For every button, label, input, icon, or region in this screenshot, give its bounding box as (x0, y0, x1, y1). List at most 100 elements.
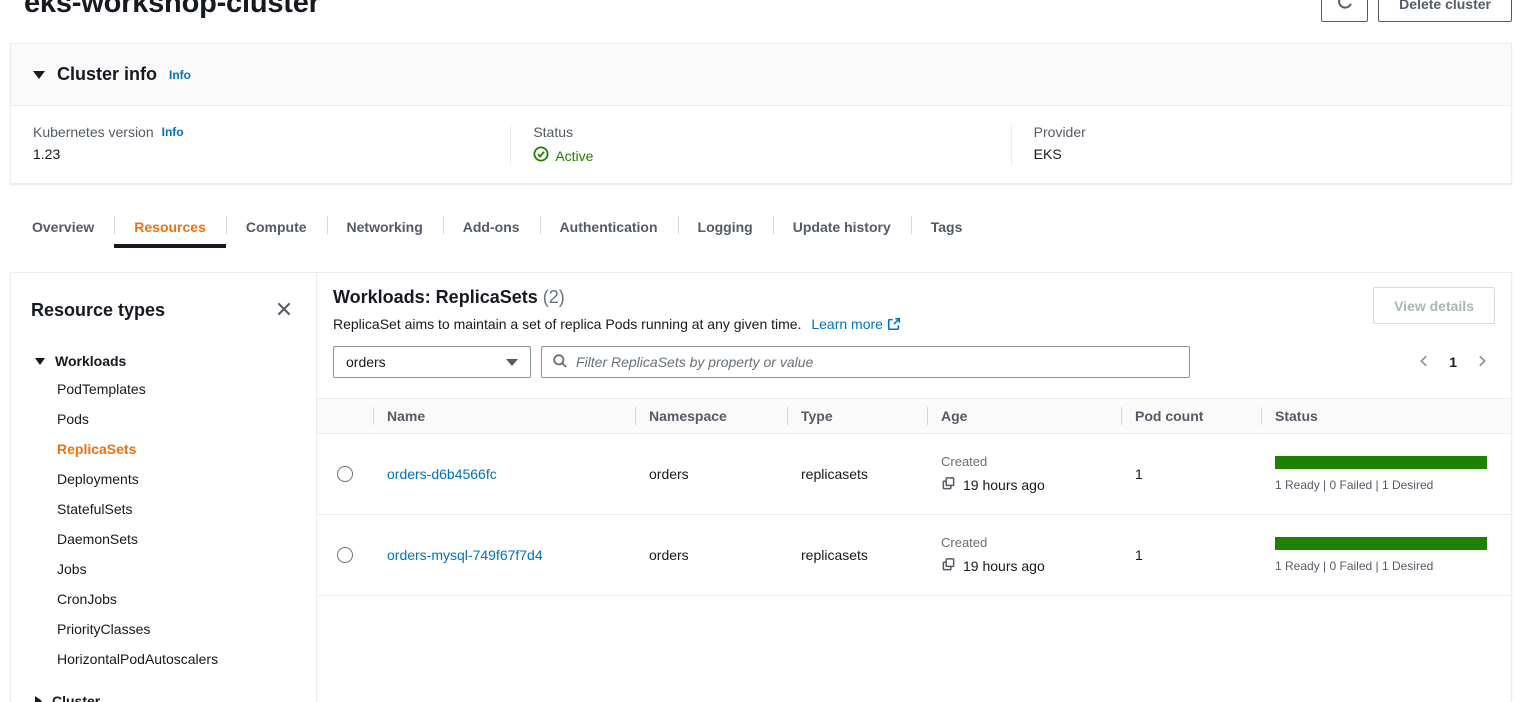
sidebar-item-statefulsets[interactable]: StatefulSets (57, 494, 296, 524)
replicasets-count: (2) (543, 287, 565, 307)
provider-field: Provider EKS (1011, 124, 1511, 165)
tree-group-cluster[interactable]: Cluster (31, 688, 296, 702)
kubernetes-version-label: Kubernetes version Info (33, 124, 488, 140)
chevron-left-icon (1417, 354, 1431, 371)
search-box (541, 346, 1190, 378)
status-text: 1 Ready | 0 Failed | 1 Desired (1275, 559, 1497, 573)
search-icon (552, 353, 568, 372)
tab-networking[interactable]: Networking (327, 206, 443, 248)
replicasets-panel: Workloads: ReplicaSets (2) ReplicaSet ai… (317, 273, 1511, 702)
age-value: 19 hours ago (963, 558, 1045, 574)
sidebar-item-jobs[interactable]: Jobs (57, 554, 296, 584)
cluster-info-header[interactable]: Cluster info Info (11, 44, 1511, 106)
tab-compute[interactable]: Compute (226, 206, 327, 248)
provider-label: Provider (1034, 124, 1489, 140)
external-link-icon (887, 318, 901, 334)
current-page[interactable]: 1 (1449, 354, 1457, 370)
replicasets-header: Workloads: ReplicaSets (2) ReplicaSet ai… (333, 287, 1495, 334)
workloads-items: PodTemplates Pods ReplicaSets Deployment… (31, 374, 296, 674)
tab-overview[interactable]: Overview (12, 206, 114, 248)
age-created-label: Created (941, 535, 1107, 550)
resource-types-sidebar: Resource types Workloads PodTemp (11, 273, 317, 702)
kubernetes-version-value: 1.23 (33, 146, 488, 162)
refresh-icon (1336, 0, 1354, 14)
cell-type: replicasets (787, 515, 927, 596)
sidebar-item-cronjobs[interactable]: CronJobs (57, 584, 296, 614)
chevron-right-icon (1475, 354, 1489, 371)
caret-down-icon (35, 358, 45, 365)
copy-icon[interactable] (941, 476, 956, 494)
sidebar-item-replicasets[interactable]: ReplicaSets (57, 434, 296, 464)
check-circle-icon (533, 146, 549, 165)
kubernetes-version-info-link[interactable]: Info (162, 125, 184, 139)
cell-type: replicasets (787, 434, 927, 515)
page-header: eks-workshop-cluster Delete cluster (0, 0, 1522, 28)
tab-tags[interactable]: Tags (911, 206, 983, 248)
sidebar-item-deployments[interactable]: Deployments (57, 464, 296, 494)
replicasets-description: ReplicaSet aims to maintain a set of rep… (333, 316, 901, 334)
cell-namespace: orders (635, 515, 787, 596)
row-radio-button[interactable] (337, 547, 353, 563)
dropdown-caret-icon (506, 359, 518, 366)
close-icon (274, 299, 294, 322)
table-header-row: Name Namespace Type Age Pod count Status (317, 399, 1511, 434)
sidebar-item-daemonsets[interactable]: DaemonSets (57, 524, 296, 554)
tab-logging[interactable]: Logging (678, 206, 773, 248)
pagination: 1 (1415, 352, 1495, 373)
delete-cluster-button[interactable]: Delete cluster (1378, 0, 1512, 22)
view-details-button[interactable]: View details (1373, 287, 1495, 324)
table-row: orders-mysql-749f67f7d4 orders replicase… (317, 515, 1511, 596)
previous-page-button[interactable] (1415, 352, 1433, 373)
cluster-info-info-link[interactable]: Info (169, 68, 191, 82)
status-bar (1275, 456, 1487, 469)
namespace-filter-dropdown[interactable]: orders (333, 346, 531, 378)
caret-right-icon (35, 696, 42, 702)
sidebar-item-pods[interactable]: Pods (57, 404, 296, 434)
sidebar-header: Resource types (31, 297, 296, 324)
sidebar-title: Resource types (31, 300, 165, 321)
header-actions: Delete cluster (1321, 0, 1512, 22)
sidebar-item-podtemplates[interactable]: PodTemplates (57, 374, 296, 404)
learn-more-link[interactable]: Learn more (811, 316, 901, 332)
copy-icon[interactable] (941, 557, 956, 575)
status-label: Status (533, 124, 988, 140)
cell-pod-count: 1 (1121, 434, 1261, 515)
select-column-header (317, 399, 373, 434)
tree-group-workloads[interactable]: Workloads (31, 348, 296, 374)
replicasets-table: Name Namespace Type Age Pod count Status… (317, 398, 1511, 596)
provider-value: EKS (1034, 146, 1489, 162)
page-title: eks-workshop-cluster (24, 0, 320, 20)
column-header-age[interactable]: Age (927, 399, 1121, 434)
eks-cluster-page: eks-workshop-cluster Delete cluster Clus… (0, 0, 1522, 702)
cluster-tabs: Overview Resources Compute Networking Ad… (12, 206, 1512, 248)
column-header-type[interactable]: Type (787, 399, 927, 434)
replicaset-name-link[interactable]: orders-mysql-749f67f7d4 (387, 547, 543, 563)
cluster-info-body: Kubernetes version Info 1.23 Status Acti… (11, 106, 1511, 183)
sidebar-item-priorityclasses[interactable]: PriorityClasses (57, 614, 296, 644)
status-field: Status Active (510, 124, 1010, 165)
column-header-name[interactable]: Name (373, 399, 635, 434)
cell-namespace: orders (635, 434, 787, 515)
age-created-label: Created (941, 454, 1107, 469)
column-header-status[interactable]: Status (1261, 399, 1511, 434)
sidebar-item-horizontalpodautoscalers[interactable]: HorizontalPodAutoscalers (57, 644, 296, 674)
replicasets-filter-input[interactable] (576, 354, 1179, 370)
kubernetes-version-field: Kubernetes version Info 1.23 (11, 124, 510, 165)
tab-update-history[interactable]: Update history (773, 206, 911, 248)
status-bar (1275, 537, 1487, 550)
column-header-pod-count[interactable]: Pod count (1121, 399, 1261, 434)
status-text: 1 Ready | 0 Failed | 1 Desired (1275, 478, 1497, 492)
refresh-button[interactable] (1321, 0, 1368, 22)
replicasets-title: Workloads: ReplicaSets (2) (333, 287, 901, 308)
replicaset-name-link[interactable]: orders-d6b4566fc (387, 466, 497, 482)
next-page-button[interactable] (1473, 352, 1491, 373)
tab-resources[interactable]: Resources (114, 206, 226, 248)
collapse-caret-icon[interactable] (33, 71, 45, 79)
cluster-info-title: Cluster info (57, 64, 157, 85)
sidebar-close-button[interactable] (272, 297, 296, 324)
tab-authentication[interactable]: Authentication (540, 206, 678, 248)
row-radio-button[interactable] (337, 466, 353, 482)
resource-tree: Workloads PodTemplates Pods ReplicaSets … (31, 348, 296, 702)
tab-add-ons[interactable]: Add-ons (443, 206, 540, 248)
column-header-namespace[interactable]: Namespace (635, 399, 787, 434)
